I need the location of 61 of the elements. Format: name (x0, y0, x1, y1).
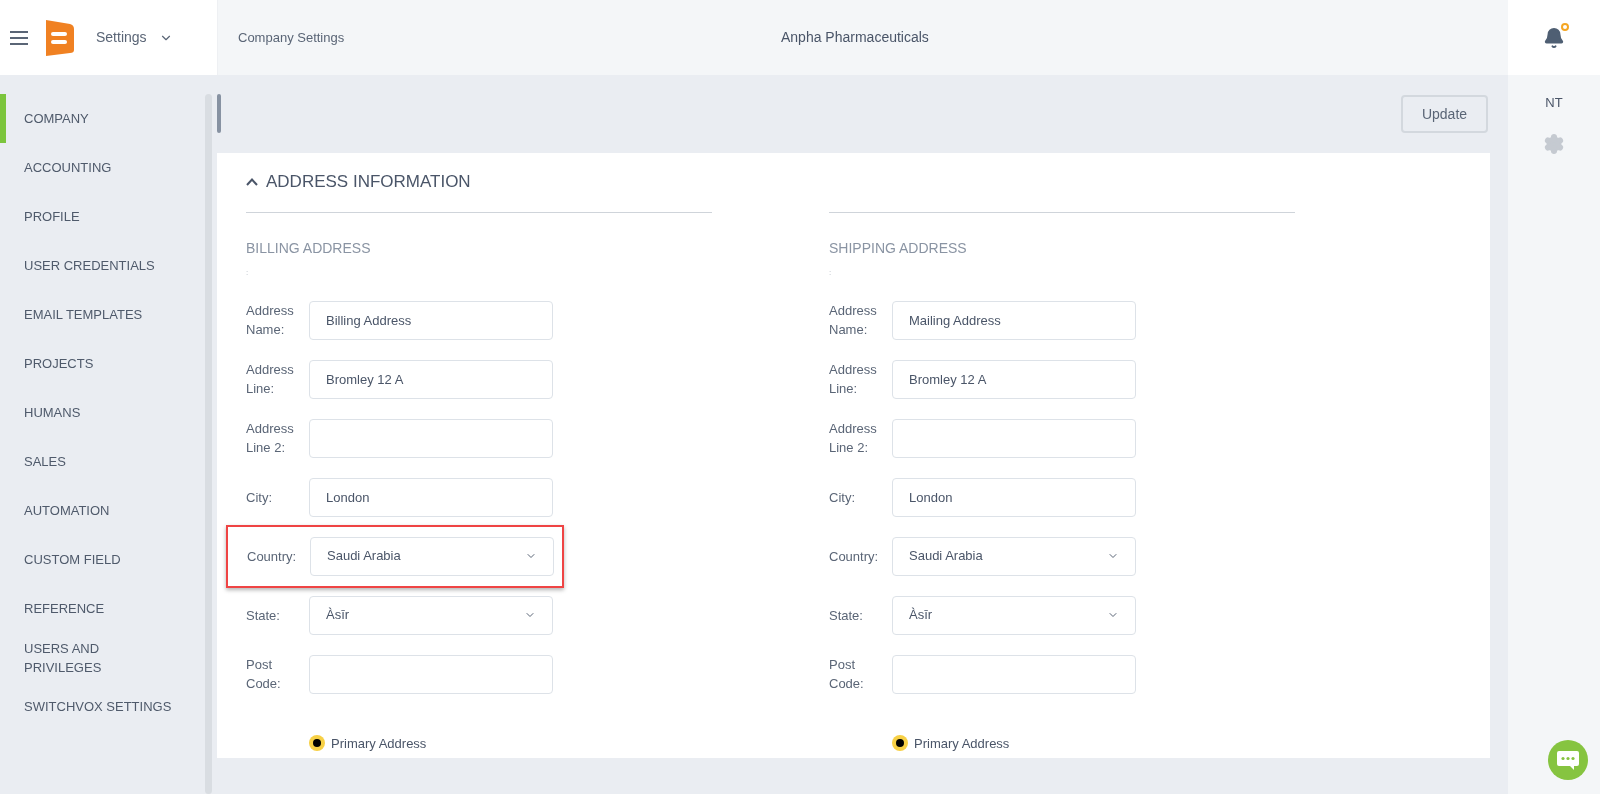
field-label: Address Line 2: (246, 420, 295, 457)
chevron-up-icon (246, 177, 258, 186)
user-initials[interactable]: NT (1545, 93, 1563, 113)
field-label: State: (829, 606, 864, 625)
chat-icon[interactable] (1548, 740, 1588, 780)
select-field[interactable]: Àsīr (309, 595, 553, 635)
update-button[interactable]: Update (1401, 95, 1488, 133)
settings-icon[interactable] (1543, 132, 1565, 155)
settings-dropdown[interactable]: Settings (96, 27, 173, 48)
input-field[interactable] (892, 418, 1136, 458)
input-field[interactable]: Bromley 12 A (309, 359, 553, 399)
sidebar-item[interactable]: USER CREDENTIALS (0, 241, 205, 290)
select-field[interactable]: Àsīr (892, 595, 1136, 635)
input-field[interactable] (309, 418, 553, 458)
sidebar-item[interactable]: HUMANS (0, 388, 205, 437)
field-label: City: (246, 488, 273, 507)
company-name: Anpha Pharmaceuticals (781, 28, 929, 47)
field-label: Address Line 2: (829, 420, 878, 457)
field-label: Country: (829, 547, 880, 566)
input-field[interactable]: Billing Address (309, 300, 553, 340)
sidebar-item[interactable]: USERS AND PRIVILEGES (0, 633, 205, 682)
field-label: Post Code: (829, 656, 865, 693)
sidebar-item[interactable]: ACCOUNTING (0, 143, 205, 192)
input-field[interactable] (309, 654, 553, 694)
sidebar-item[interactable]: REFERENCE (0, 584, 205, 633)
input-field[interactable] (892, 654, 1136, 694)
input-field[interactable]: London (309, 477, 553, 517)
field-label: Address Name: (829, 302, 878, 339)
column-heading: BILLING ADDRESS (246, 238, 372, 258)
sidebar-item[interactable]: AUTOMATION (0, 486, 205, 535)
select-field[interactable]: Saudi Arabia (310, 536, 554, 576)
sidebar-item[interactable]: SWITCHVOX SETTINGS (0, 682, 205, 731)
sidebar-item[interactable]: SALES (0, 437, 205, 486)
bell-icon[interactable] (1543, 26, 1565, 49)
input-field[interactable]: Bromley 12 A (892, 359, 1136, 399)
radio-icon (892, 735, 908, 752)
field-label: Post Code: (246, 656, 282, 693)
logo-icon (44, 19, 74, 56)
field-label: Address Name: (246, 302, 295, 339)
input-field[interactable]: London (892, 477, 1136, 517)
scrollbar-thumb[interactable] (217, 94, 221, 133)
field-label: Address Line: (829, 361, 878, 398)
primary-radio[interactable]: Primary Address (892, 733, 1010, 753)
sidebar-item[interactable]: PROJECTS (0, 339, 205, 388)
menu-icon[interactable] (10, 29, 28, 46)
note-text: : (246, 266, 249, 279)
section-toggle[interactable]: ADDRESS INFORMATION (246, 169, 471, 195)
note-text: : (829, 266, 832, 279)
input-field[interactable]: Mailing Address (892, 300, 1136, 340)
column-heading: SHIPPING ADDRESS (829, 238, 968, 258)
field-label: Address Line: (246, 361, 295, 398)
select-field[interactable]: Saudi Arabia (892, 536, 1136, 576)
field-label: State: (246, 606, 281, 625)
field-label: Country: (247, 547, 298, 566)
breadcrumb: Company Settings (238, 28, 345, 47)
sidebar-item[interactable]: EMAIL TEMPLATES (0, 290, 205, 339)
field-label: City: (829, 488, 856, 507)
radio-icon (309, 735, 325, 752)
sidebar-item[interactable]: PROFILE (0, 192, 205, 241)
sidebar-item[interactable]: CUSTOM FIELD (0, 535, 205, 584)
primary-radio[interactable]: Primary Address (309, 733, 427, 753)
